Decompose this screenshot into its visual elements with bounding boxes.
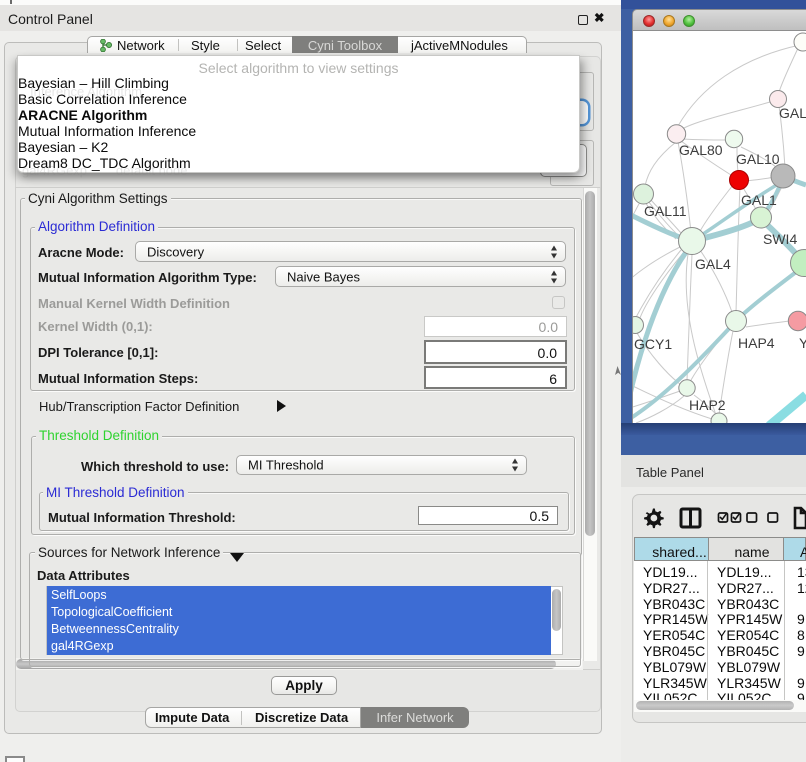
svg-text:Y: Y (799, 335, 806, 351)
svg-text:HAP2: HAP2 (689, 397, 726, 413)
svg-text:GAL10: GAL10 (736, 151, 780, 167)
svg-text:GAL1: GAL1 (741, 192, 777, 208)
svg-text:SWI4: SWI4 (763, 231, 797, 247)
svg-text:GAL4: GAL4 (695, 256, 731, 272)
svg-text:GAL2: GAL2 (779, 105, 806, 121)
svg-text:GAL11: GAL11 (644, 203, 687, 219)
svg-text:HAP4: HAP4 (738, 335, 775, 351)
svg-text:GCY1: GCY1 (634, 336, 672, 352)
svg-text:GAL80: GAL80 (679, 142, 723, 158)
